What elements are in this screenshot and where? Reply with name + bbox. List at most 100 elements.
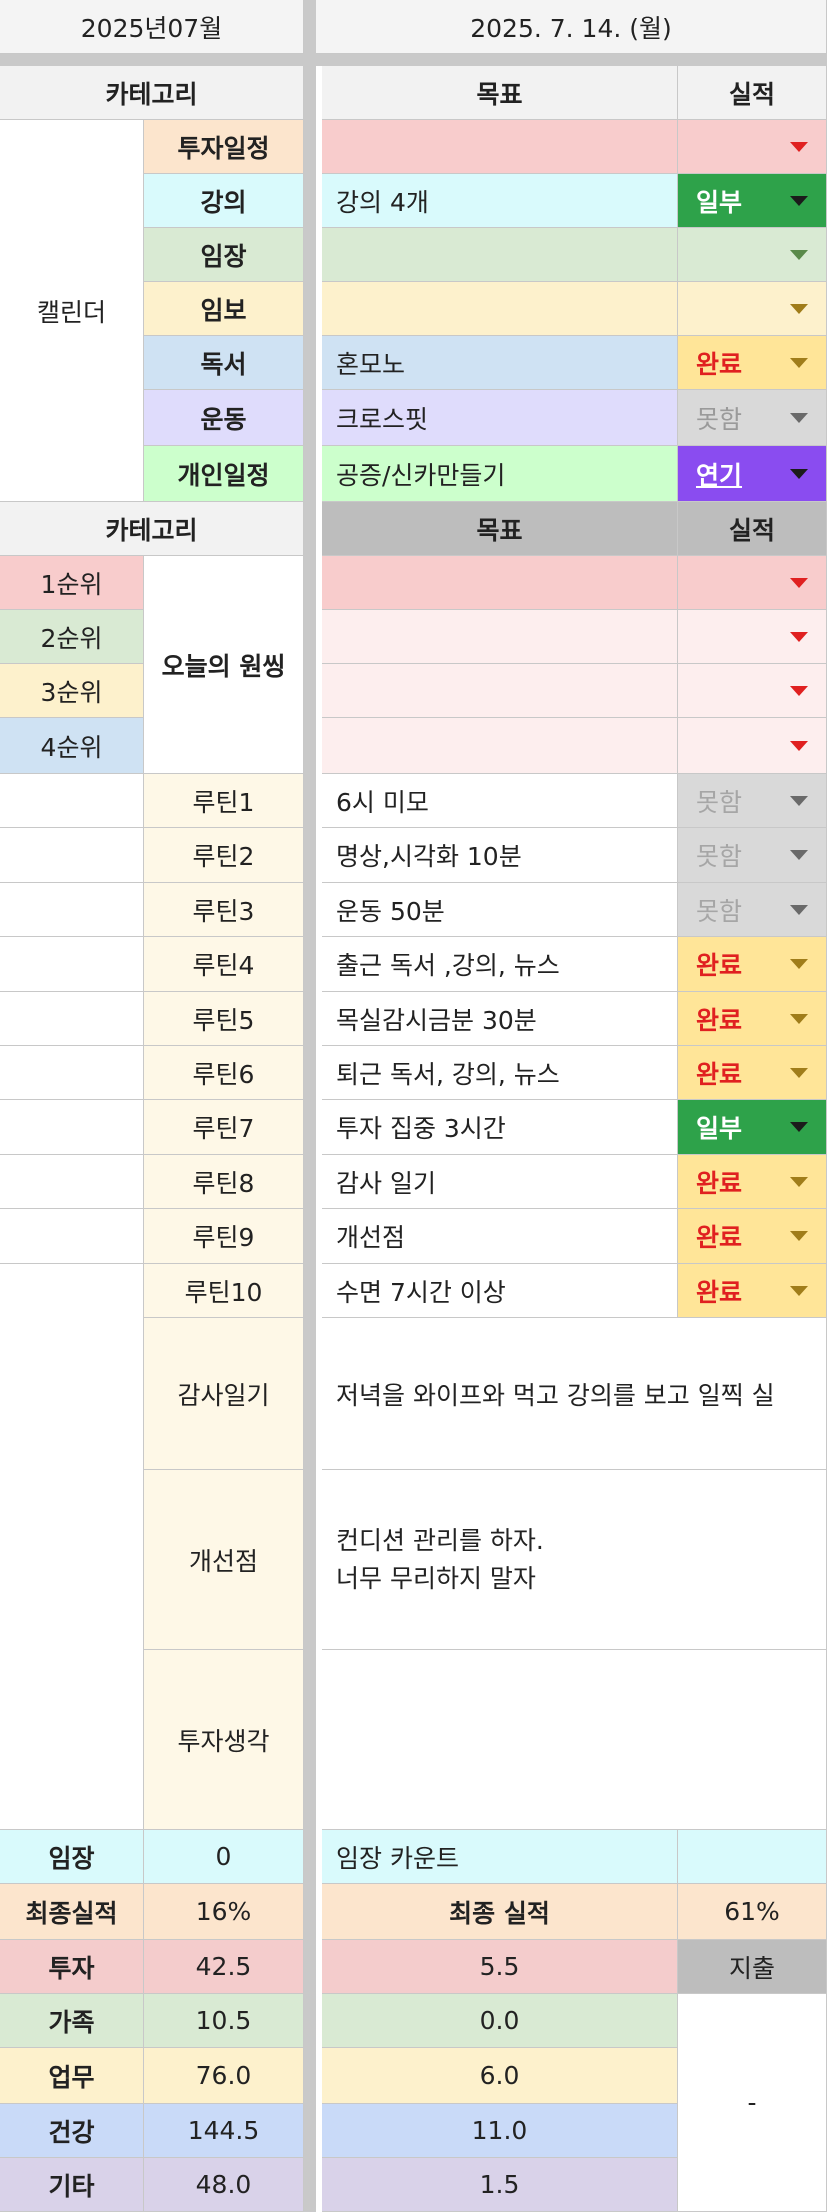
- final-result-label: 최종실적: [0, 1884, 144, 1940]
- spend-label-work: 업무: [0, 2048, 144, 2104]
- calendar-goal-cell[interactable]: 크로스핏: [322, 390, 678, 446]
- status-label: 연기: [696, 460, 743, 490]
- dropdown-arrow-icon: [790, 303, 808, 314]
- dropdown-arrow-icon: [790, 1231, 808, 1241]
- dropdown-arrow-icon: [790, 685, 808, 696]
- calendar-goal-header: 목표: [322, 66, 678, 120]
- routine-name: 루틴9: [144, 1209, 304, 1264]
- routine-status-dropdown[interactable]: 완료: [678, 937, 827, 992]
- investment-thought-text[interactable]: [322, 1650, 827, 1830]
- routine-status-dropdown[interactable]: 완료: [678, 1155, 827, 1209]
- date-cell[interactable]: 2025. 7. 14. (월): [316, 0, 827, 54]
- routine-goal[interactable]: 목실감시금분 30분: [322, 992, 678, 1046]
- status-label: 일부: [696, 1114, 743, 1143]
- spend-a-work[interactable]: 76.0: [144, 2048, 304, 2104]
- final-result-value: 16%: [144, 1884, 304, 1940]
- calendar-goal-cell[interactable]: 공증/신카만들기: [322, 446, 678, 502]
- routine-goal[interactable]: 운동 50분: [322, 883, 678, 937]
- improvement-text[interactable]: 컨디션 관리를 하자. 너무 무리하지 말자: [322, 1470, 827, 1650]
- calendar-goal-cell[interactable]: 혼모노: [322, 336, 678, 390]
- status-label: 완료: [696, 951, 743, 980]
- calendar-result-header: 실적: [678, 66, 827, 120]
- investment-thought-label: 투자생각: [144, 1650, 304, 1830]
- priority-status-dropdown[interactable]: [678, 610, 827, 664]
- expense-total[interactable]: -: [678, 1994, 827, 2212]
- routine-goal[interactable]: 명상,시각화 10분: [322, 828, 678, 883]
- routine-name: 루틴8: [144, 1155, 304, 1209]
- routine-goal[interactable]: 개선점: [322, 1209, 678, 1264]
- final-result-mid-label: 최종 실적: [322, 1884, 678, 1940]
- calendar-status-dropdown[interactable]: [678, 282, 827, 336]
- spend-b-invest[interactable]: 5.5: [322, 1940, 678, 1994]
- gratitude-text[interactable]: 저녁을 와이프와 먹고 강의를 보고 일찍 실: [322, 1318, 827, 1470]
- routine-status-dropdown[interactable]: 못함: [678, 774, 827, 828]
- routine-status-dropdown[interactable]: 일부: [678, 1100, 827, 1155]
- rank-2: 2순위: [0, 610, 144, 664]
- spend-a-invest[interactable]: 42.5: [144, 1940, 304, 1994]
- priority-goal-header: 목표: [322, 502, 678, 556]
- routine-status-dropdown[interactable]: 못함: [678, 883, 827, 937]
- calendar-status-dropdown[interactable]: 일부: [678, 174, 827, 228]
- calendar-goal-cell[interactable]: [322, 282, 678, 336]
- priority-status-dropdown[interactable]: [678, 718, 827, 774]
- routine-goal[interactable]: 출근 독서 ,강의, 뉴스: [322, 937, 678, 992]
- calendar-status-dropdown[interactable]: 못함: [678, 390, 827, 446]
- dropdown-arrow-icon: [790, 468, 808, 479]
- calendar-status-dropdown[interactable]: [678, 228, 827, 282]
- month-cell[interactable]: 2025년07월: [0, 0, 304, 54]
- routine-goal[interactable]: 수면 7시간 이상: [322, 1264, 678, 1318]
- dropdown-arrow-icon: [790, 904, 808, 915]
- final-result-mid-value: 61%: [678, 1884, 827, 1940]
- frozen-column-divider: [304, 0, 316, 2212]
- calendar-cat-lecture: 강의: [144, 174, 304, 228]
- spend-b-work[interactable]: 6.0: [322, 2048, 678, 2104]
- priority-status-dropdown[interactable]: [678, 664, 827, 718]
- priority-category-header: 카테고리: [0, 502, 304, 556]
- routine-status-dropdown[interactable]: 못함: [678, 828, 827, 883]
- calendar-goal-cell[interactable]: 강의 4개: [322, 174, 678, 228]
- spend-b-other[interactable]: 1.5: [322, 2158, 678, 2212]
- status-label: 못함: [696, 787, 743, 817]
- spend-b-family[interactable]: 0.0: [322, 1994, 678, 2048]
- calendar-goal-cell[interactable]: [322, 120, 678, 174]
- spend-a-other[interactable]: 48.0: [144, 2158, 304, 2212]
- spend-b-health[interactable]: 11.0: [322, 2104, 678, 2158]
- expense-label: 지출: [678, 1940, 827, 1994]
- routine-status-dropdown[interactable]: 완료: [678, 1209, 827, 1264]
- status-label: 일부: [696, 187, 743, 217]
- calendar-status-dropdown[interactable]: 완료: [678, 336, 827, 390]
- priority-goal-cell[interactable]: [322, 718, 678, 774]
- priority-status-dropdown[interactable]: [678, 556, 827, 610]
- calendar-status-dropdown[interactable]: 연기: [678, 446, 827, 502]
- priority-goal-cell[interactable]: [322, 664, 678, 718]
- dropdown-arrow-icon: [790, 195, 808, 206]
- priority-goal-cell[interactable]: [322, 556, 678, 610]
- site-visit-extra[interactable]: [678, 1830, 827, 1884]
- dropdown-arrow-icon: [790, 1122, 808, 1132]
- calendar-goal-cell[interactable]: [322, 228, 678, 282]
- routine-blank-cell: [0, 1046, 144, 1100]
- spend-label-family: 가족: [0, 1994, 144, 2048]
- dropdown-arrow-icon: [790, 412, 808, 423]
- routine-goal[interactable]: 6시 미모: [322, 774, 678, 828]
- calendar-cat-exercise: 운동: [144, 390, 304, 446]
- spend-label-other: 기타: [0, 2158, 144, 2212]
- calendar-cat-investment-schedule: 투자일정: [144, 120, 304, 174]
- routine-goal[interactable]: 투자 집중 3시간: [322, 1100, 678, 1155]
- spend-a-health[interactable]: 144.5: [144, 2104, 304, 2158]
- spend-a-family[interactable]: 10.5: [144, 1994, 304, 2048]
- site-visit-count[interactable]: 0: [144, 1830, 304, 1884]
- routine-status-dropdown[interactable]: 완료: [678, 1046, 827, 1100]
- routine-name: 루틴6: [144, 1046, 304, 1100]
- routine-goal[interactable]: 퇴근 독서, 강의, 뉴스: [322, 1046, 678, 1100]
- rank-1: 1순위: [0, 556, 144, 610]
- rank-3: 3순위: [0, 664, 144, 718]
- routine-goal[interactable]: 감사 일기: [322, 1155, 678, 1209]
- calendar-status-dropdown[interactable]: [678, 120, 827, 174]
- routine-name: 루틴3: [144, 883, 304, 937]
- routine-status-dropdown[interactable]: 완료: [678, 1264, 827, 1318]
- priority-goal-cell[interactable]: [322, 610, 678, 664]
- priority-result-header: 실적: [678, 502, 827, 556]
- dropdown-arrow-icon: [790, 959, 808, 969]
- routine-status-dropdown[interactable]: 완료: [678, 992, 827, 1046]
